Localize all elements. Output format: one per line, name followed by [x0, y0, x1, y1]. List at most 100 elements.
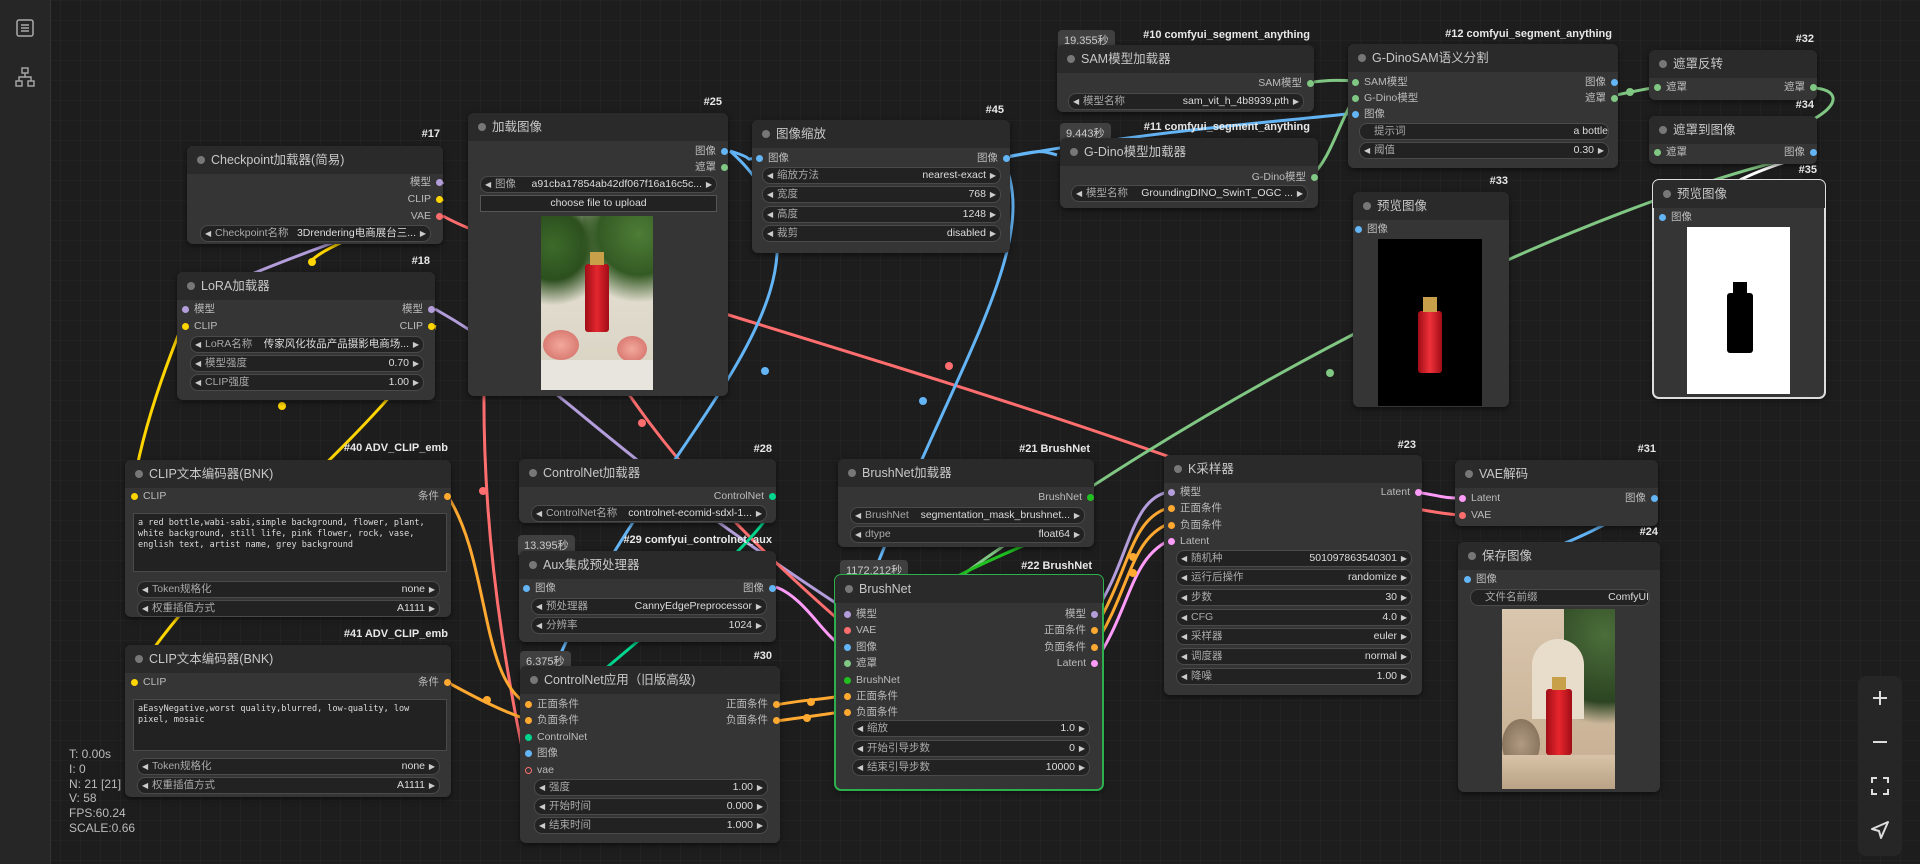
brushnet-name-combo[interactable]: ◀ BrushNet segmentation_mask_brushnet... ▶	[850, 507, 1085, 524]
output-mask[interactable]: 遮罩	[1784, 81, 1817, 94]
input-mask[interactable]: 遮罩	[844, 657, 877, 670]
output-image[interactable]: 图像	[977, 152, 1010, 165]
start-step-number[interactable]: ◀ 开始引导步数 0 ▶	[852, 740, 1090, 757]
input-negative[interactable]: 负面条件	[1168, 519, 1222, 532]
input-image[interactable]: 图像	[756, 152, 789, 165]
output-vae[interactable]: VAE	[411, 210, 443, 223]
height-number[interactable]: ◀ 高度 1248 ▶	[762, 206, 1001, 223]
sam-model-combo[interactable]: ◀ 模型名称 sam_vit_h_4b8939.pth ▶	[1068, 93, 1304, 110]
positive-prompt-textarea[interactable]: a red bottle,wabi-sabi,simple background…	[133, 513, 447, 572]
node-title[interactable]: K采样器	[1164, 455, 1422, 483]
input-sam-model[interactable]: SAM模型	[1352, 76, 1408, 89]
upscale-method-combo[interactable]: ◀ 缩放方法 nearest-exact ▶	[762, 167, 1001, 184]
node-title[interactable]: CLIP文本编码器(BNK)	[125, 460, 451, 488]
strength-number[interactable]: ◀ 强度 1.00 ▶	[534, 779, 768, 796]
output-conditioning[interactable]: 条件	[418, 676, 451, 689]
node-preview-image-33[interactable]: 预览图像 图像	[1353, 192, 1509, 407]
node-title[interactable]: SAM模型加载器	[1057, 45, 1314, 73]
node-mask-to-image[interactable]: 遮罩到图像 遮罩 图像	[1649, 116, 1817, 164]
input-clip[interactable]: CLIP	[131, 676, 166, 689]
scheduler-combo[interactable]: ◀ 调度器 normal ▶	[1176, 648, 1412, 665]
zoom-out-icon[interactable]	[1858, 722, 1902, 762]
input-vae[interactable]: VAE	[844, 624, 876, 637]
node-mask-invert[interactable]: 遮罩反转 遮罩 遮罩	[1649, 50, 1817, 100]
output-mask[interactable]: 遮罩	[695, 161, 728, 174]
node-aux-preprocessor[interactable]: Aux集成预处理器 图像 图像 ◀ 预处理器 CannyEdgePreprocess…	[519, 551, 776, 642]
node-ksampler[interactable]: K采样器 模型 正面条件 负面条件 Latent Latent ◀ 随机种 5010…	[1164, 455, 1422, 695]
node-title[interactable]: ControlNet应用（旧版高级)	[520, 666, 780, 694]
crop-combo[interactable]: ◀ 裁剪 disabled ▶	[762, 225, 1001, 242]
upload-button[interactable]: choose file to upload	[480, 195, 717, 212]
steps-number[interactable]: ◀ 步数 30 ▶	[1176, 589, 1412, 606]
end-percent-number[interactable]: ◀ 结束时间 1.000 ▶	[534, 817, 768, 834]
input-controlnet[interactable]: ControlNet	[525, 731, 587, 744]
node-title[interactable]: G-Dino模型加载器	[1060, 138, 1318, 166]
node-clip-text-encode-positive[interactable]: CLIP文本编码器(BNK) CLIP 条件 a red bottle,wabi…	[125, 460, 451, 617]
node-title[interactable]: 预览图像	[1353, 192, 1509, 220]
input-latent[interactable]: Latent	[1459, 492, 1500, 505]
node-title[interactable]: 加载图像	[468, 113, 728, 141]
output-positive[interactable]: 正面条件	[1044, 624, 1098, 637]
queue-icon[interactable]	[10, 13, 40, 43]
output-latent[interactable]: Latent	[1057, 657, 1098, 670]
denoise-number[interactable]: ◀ 降噪 1.00 ▶	[1176, 668, 1412, 685]
output-image[interactable]: 图像	[743, 582, 776, 595]
node-library-icon[interactable]	[10, 62, 40, 92]
output-model[interactable]: 模型	[410, 176, 443, 189]
sampler-combo[interactable]: ◀ 采样器 euler ▶	[1176, 628, 1412, 645]
weight-interpretation-combo[interactable]: ◀ 权重插值方式 A1111 ▶	[137, 777, 440, 794]
node-controlnet-apply[interactable]: ControlNet应用（旧版高级) 正面条件 负面条件 ControlNet …	[520, 666, 780, 843]
node-gdino-loader[interactable]: G-Dino模型加载器 G-Dino模型 ◀ 模型名称 GroundingDINO_…	[1060, 138, 1318, 208]
dtype-combo[interactable]: ◀ dtype float64 ▶	[850, 526, 1085, 543]
start-percent-number[interactable]: ◀ 开始时间 0.000 ▶	[534, 798, 768, 815]
output-controlnet[interactable]: ControlNet	[714, 490, 776, 503]
output-clip[interactable]: CLIP	[400, 320, 435, 333]
input-brushnet[interactable]: BrushNet	[844, 674, 900, 687]
input-vae[interactable]: vae	[525, 764, 554, 777]
prompt-text-field[interactable]: 提示词 a bottle	[1359, 123, 1609, 140]
node-title[interactable]: LoRA加载器	[177, 272, 435, 300]
node-controlnet-loader[interactable]: ControlNet加载器 ControlNet ◀ ControlNet名称 co…	[519, 459, 776, 523]
input-model[interactable]: 模型	[182, 303, 215, 316]
width-number[interactable]: ◀ 宽度 768 ▶	[762, 186, 1001, 203]
input-clip[interactable]: CLIP	[131, 490, 166, 503]
node-sam-loader[interactable]: SAM模型加载器 SAM模型 ◀ 模型名称 sam_vit_h_4b8939.pth…	[1057, 45, 1314, 112]
node-title[interactable]: VAE解码	[1455, 460, 1658, 488]
output-image[interactable]: 图像	[1585, 76, 1618, 89]
input-image[interactable]: 图像	[1464, 573, 1497, 586]
filename-prefix-field[interactable]: 文件名前缀 ComfyUI	[1470, 589, 1650, 606]
node-title[interactable]: G-DinoSAM语义分割	[1348, 44, 1618, 72]
input-positive[interactable]: 正面条件	[525, 698, 579, 711]
output-model[interactable]: 模型	[1065, 608, 1098, 621]
node-title[interactable]: 遮罩反转	[1649, 50, 1817, 78]
token-normalization-combo[interactable]: ◀ Token规格化 none ▶	[137, 581, 440, 598]
input-model[interactable]: 模型	[844, 608, 877, 621]
output-gdino-model[interactable]: G-Dino模型	[1252, 171, 1318, 184]
token-normalization-combo[interactable]: ◀ Token规格化 none ▶	[137, 758, 440, 775]
node-gdino-sam-segment[interactable]: G-DinoSAM语义分割 SAM模型 G-Dino模型 图像 图像 遮罩 提示…	[1348, 44, 1618, 168]
cfg-number[interactable]: ◀ CFG 4.0 ▶	[1176, 609, 1412, 626]
input-mask[interactable]: 遮罩	[1654, 81, 1687, 94]
output-negative[interactable]: 负面条件	[726, 714, 780, 727]
node-image-scale[interactable]: 图像缩放 图像 图像 ◀ 缩放方法 nearest-exact ▶ ◀ 宽度 768 ▶ ◀…	[752, 120, 1010, 253]
control-after-generate-combo[interactable]: ◀ 运行后操作 randomize ▶	[1176, 569, 1412, 586]
input-mask[interactable]: 遮罩	[1654, 146, 1687, 159]
node-title[interactable]: Checkpoint加载器(简易)	[187, 146, 443, 174]
node-title[interactable]: 预览图像	[1653, 180, 1825, 208]
input-image[interactable]: 图像	[844, 641, 877, 654]
negative-prompt-textarea[interactable]: aEasyNegative,worst quality,blurred, low…	[133, 699, 447, 751]
node-load-image[interactable]: 加载图像 图像 遮罩 ◀ 图像 a91cba17854ab42df067f16a16…	[468, 113, 728, 396]
node-title[interactable]: 保存图像	[1458, 542, 1660, 570]
node-save-image[interactable]: 保存图像 图像 文件名前缀 ComfyUI	[1458, 542, 1660, 792]
locate-icon[interactable]	[1858, 810, 1902, 850]
input-image[interactable]: 图像	[525, 747, 558, 760]
node-title[interactable]: BrushNet	[835, 575, 1103, 603]
input-positive[interactable]: 正面条件	[1168, 502, 1222, 515]
controlnet-name-combo[interactable]: ◀ ControlNet名称 controlnet-ecomid-sdxl-1...…	[531, 505, 767, 522]
fit-view-icon[interactable]	[1858, 766, 1902, 806]
output-brushnet[interactable]: BrushNet	[1038, 491, 1094, 504]
input-negative[interactable]: 负面条件	[844, 706, 898, 719]
node-title[interactable]: 图像缩放	[752, 120, 1010, 148]
output-conditioning[interactable]: 条件	[418, 490, 451, 503]
output-negative[interactable]: 负面条件	[1044, 641, 1098, 654]
